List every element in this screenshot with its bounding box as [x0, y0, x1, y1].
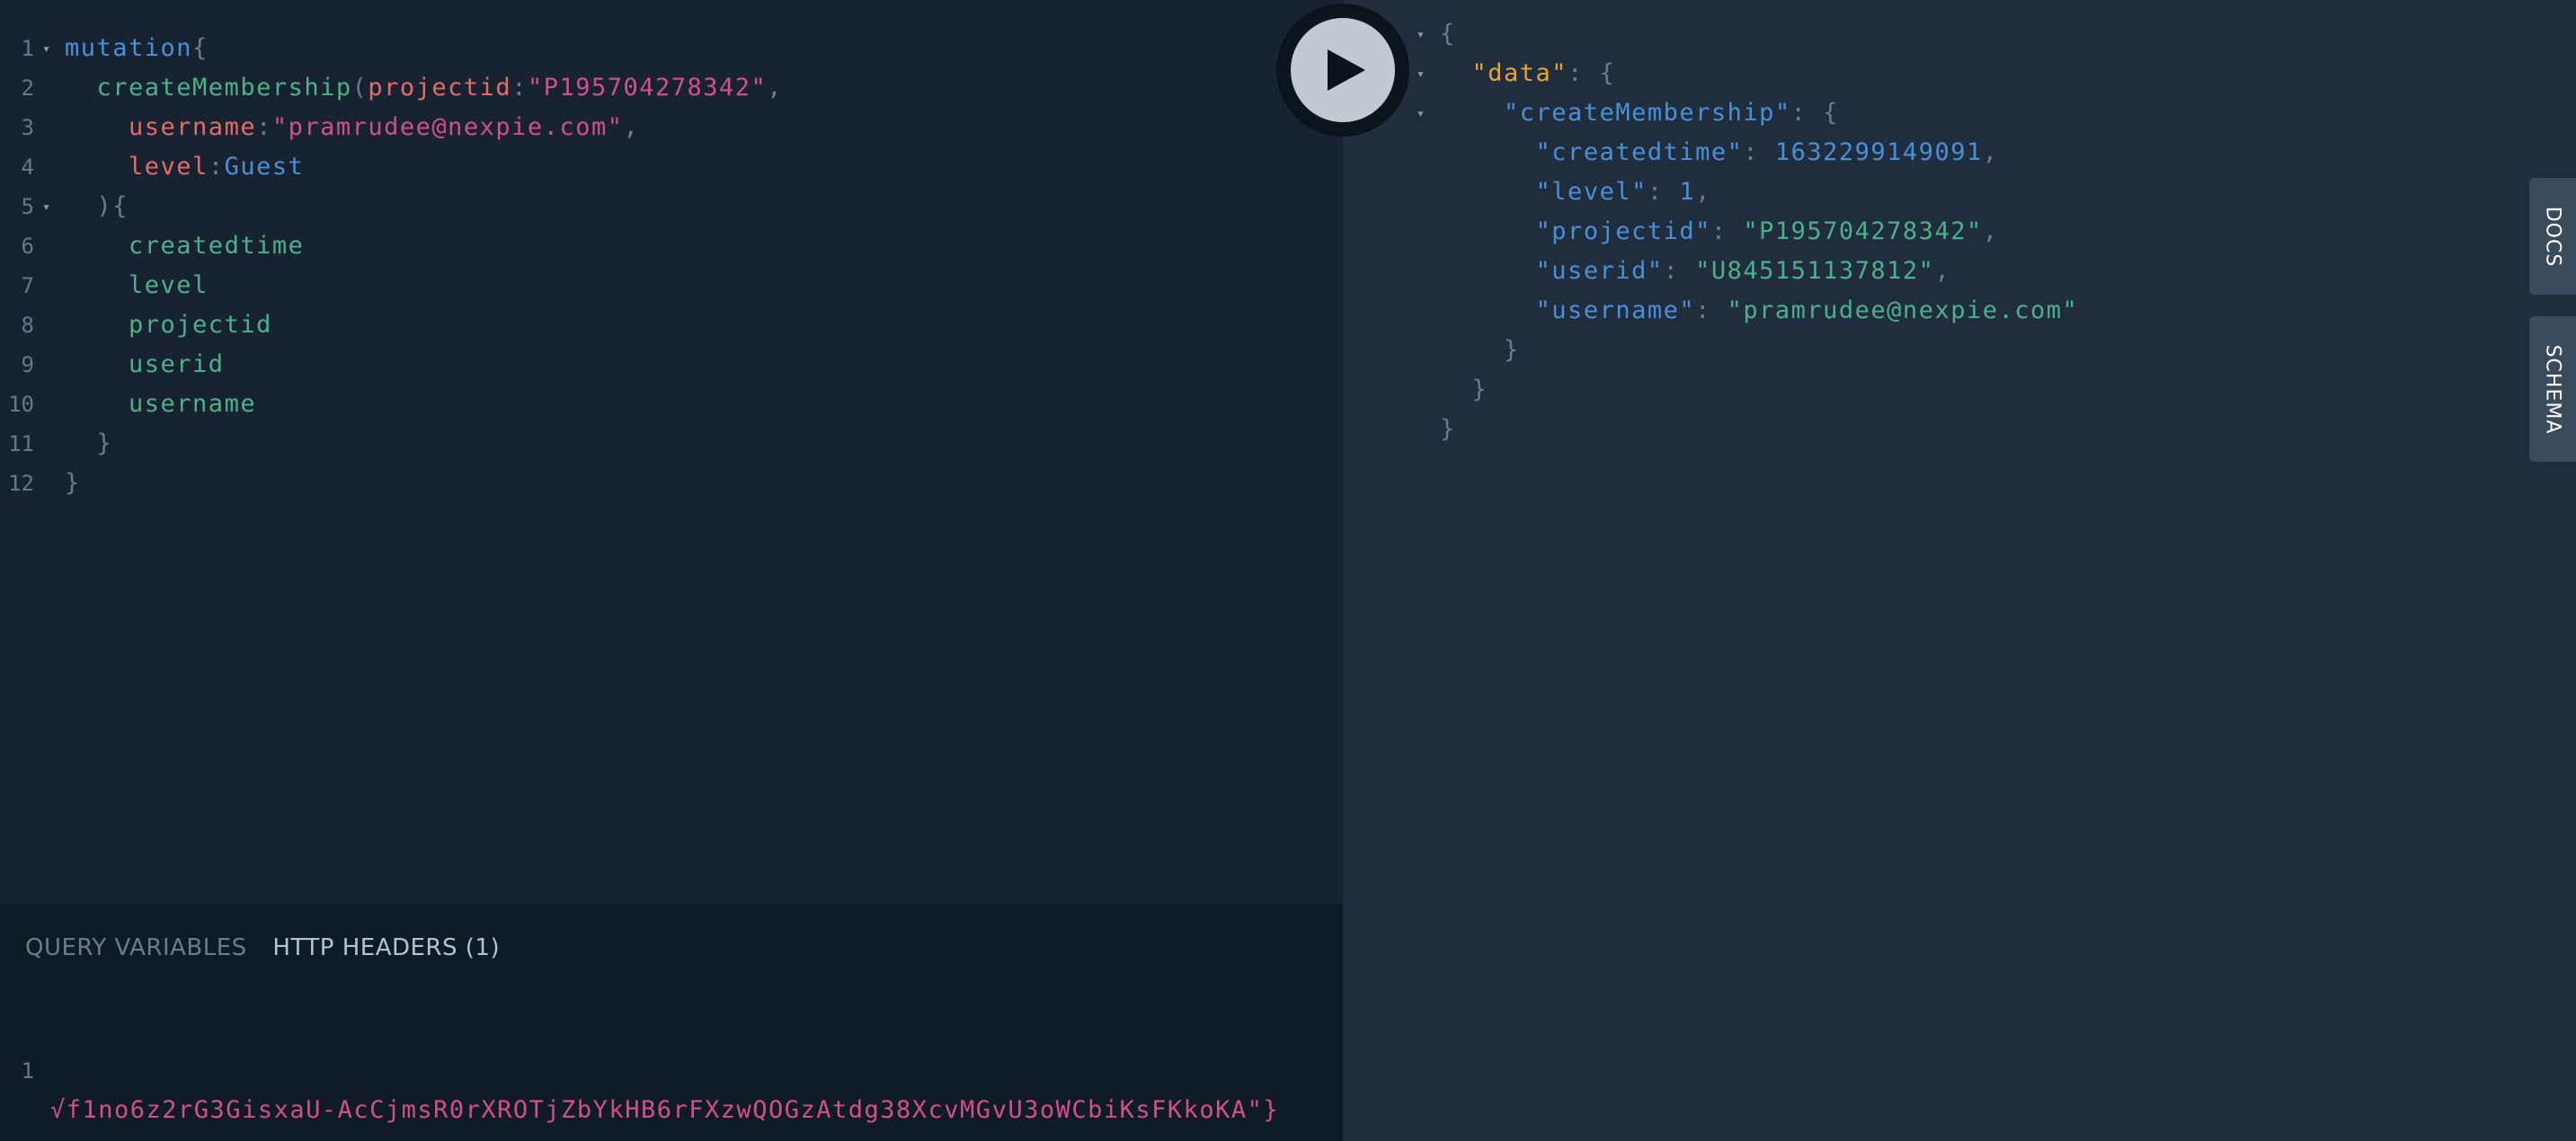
schema-tab-label: SCHEMA: [2541, 344, 2564, 434]
code-text: userid: [129, 350, 225, 378]
line-number: 4: [21, 155, 34, 180]
line-number: 1: [21, 1058, 34, 1084]
docs-tab-label: DOCS: [2541, 206, 2564, 267]
code-text: username: [129, 390, 257, 418]
line-number: 2: [21, 75, 34, 101]
result-text: "username": "pramrudee@nexpie.com": [1535, 296, 2079, 324]
result-text: }: [1471, 376, 1488, 403]
code-text: mutation{: [65, 34, 209, 62]
code-text: }: [65, 469, 81, 497]
code-text: ){: [96, 192, 129, 220]
line-number: 3: [21, 115, 34, 140]
code-text: projectid: [129, 311, 272, 339]
line-number: 8: [21, 313, 34, 338]
result-text: "projectid": "P195704278342",: [1535, 217, 1999, 245]
result-text: "data": {: [1471, 59, 1616, 87]
variables-panel: QUERY VARIABLES HTTP HEADERS (1) 1 √f1no…: [0, 904, 1343, 1141]
play-icon: [1328, 49, 1365, 91]
http-headers-editor[interactable]: 1 √f1no6z2rG3GisxaU-AcCjmsR0rXROTjZbYkHB…: [0, 1012, 1278, 1124]
fold-arrow-icon[interactable]: ▾: [1417, 93, 1426, 133]
code-text: level:Guest: [129, 153, 305, 181]
schema-tab[interactable]: SCHEMA: [2529, 316, 2576, 462]
line-number: 5: [21, 194, 34, 219]
result-text: }: [1440, 415, 1456, 443]
line-number: 7: [21, 273, 34, 298]
docs-tab[interactable]: DOCS: [2529, 178, 2576, 295]
execute-query-button-ring: [1280, 7, 1406, 133]
result-text: {: [1440, 20, 1456, 48]
code-text: }: [96, 429, 113, 457]
fold-arrow-icon[interactable]: ▾: [1417, 14, 1426, 54]
result-text: }: [1504, 336, 1520, 364]
result-text: "createdtime": 1632299149091,: [1535, 138, 1999, 166]
code-text: username:"pramrudee@nexpie.com",: [129, 113, 640, 141]
tab-http-headers[interactable]: HTTP HEADERS (1): [272, 934, 500, 961]
line-number: 1: [21, 36, 34, 61]
line-number: 10: [8, 392, 34, 417]
result-text: "level": 1,: [1535, 178, 1711, 206]
graphql-playground: 1 ▾ mutation{ 2 createMembership(projectid:…: [0, 0, 2576, 1141]
line-number: 11: [8, 431, 34, 456]
fold-arrow-icon[interactable]: ▾: [42, 29, 52, 68]
code-text: createMembership(projectid:"P19570427834…: [96, 74, 784, 102]
query-editor[interactable]: 1 ▾ mutation{ 2 createMembership(projectid:…: [0, 0, 1343, 904]
line-number: 12: [8, 471, 34, 496]
result-text: "userid": "U845151137812",: [1535, 257, 1951, 285]
line-number: 6: [21, 234, 34, 259]
execute-query-button[interactable]: [1291, 18, 1395, 122]
line-number: 9: [21, 352, 34, 377]
fold-arrow-icon[interactable]: ▾: [1417, 54, 1426, 93]
http-headers-text[interactable]: √f1no6z2rG3GisxaU-AcCjmsR0rXROTjZbYkHB6r…: [50, 1091, 1279, 1130]
tab-query-variables[interactable]: QUERY VARIABLES: [25, 934, 247, 961]
code-text: level: [129, 271, 209, 299]
fold-arrow-icon[interactable]: ▾: [42, 187, 52, 226]
result-viewer: ▾ { ▾ "data": { ▾ "createMembership": { "cr…: [1343, 0, 2576, 1141]
code-text: createdtime: [129, 232, 305, 260]
variables-tabs: QUERY VARIABLES HTTP HEADERS (1): [25, 934, 518, 961]
result-text: "createMembership": {: [1504, 99, 1839, 127]
